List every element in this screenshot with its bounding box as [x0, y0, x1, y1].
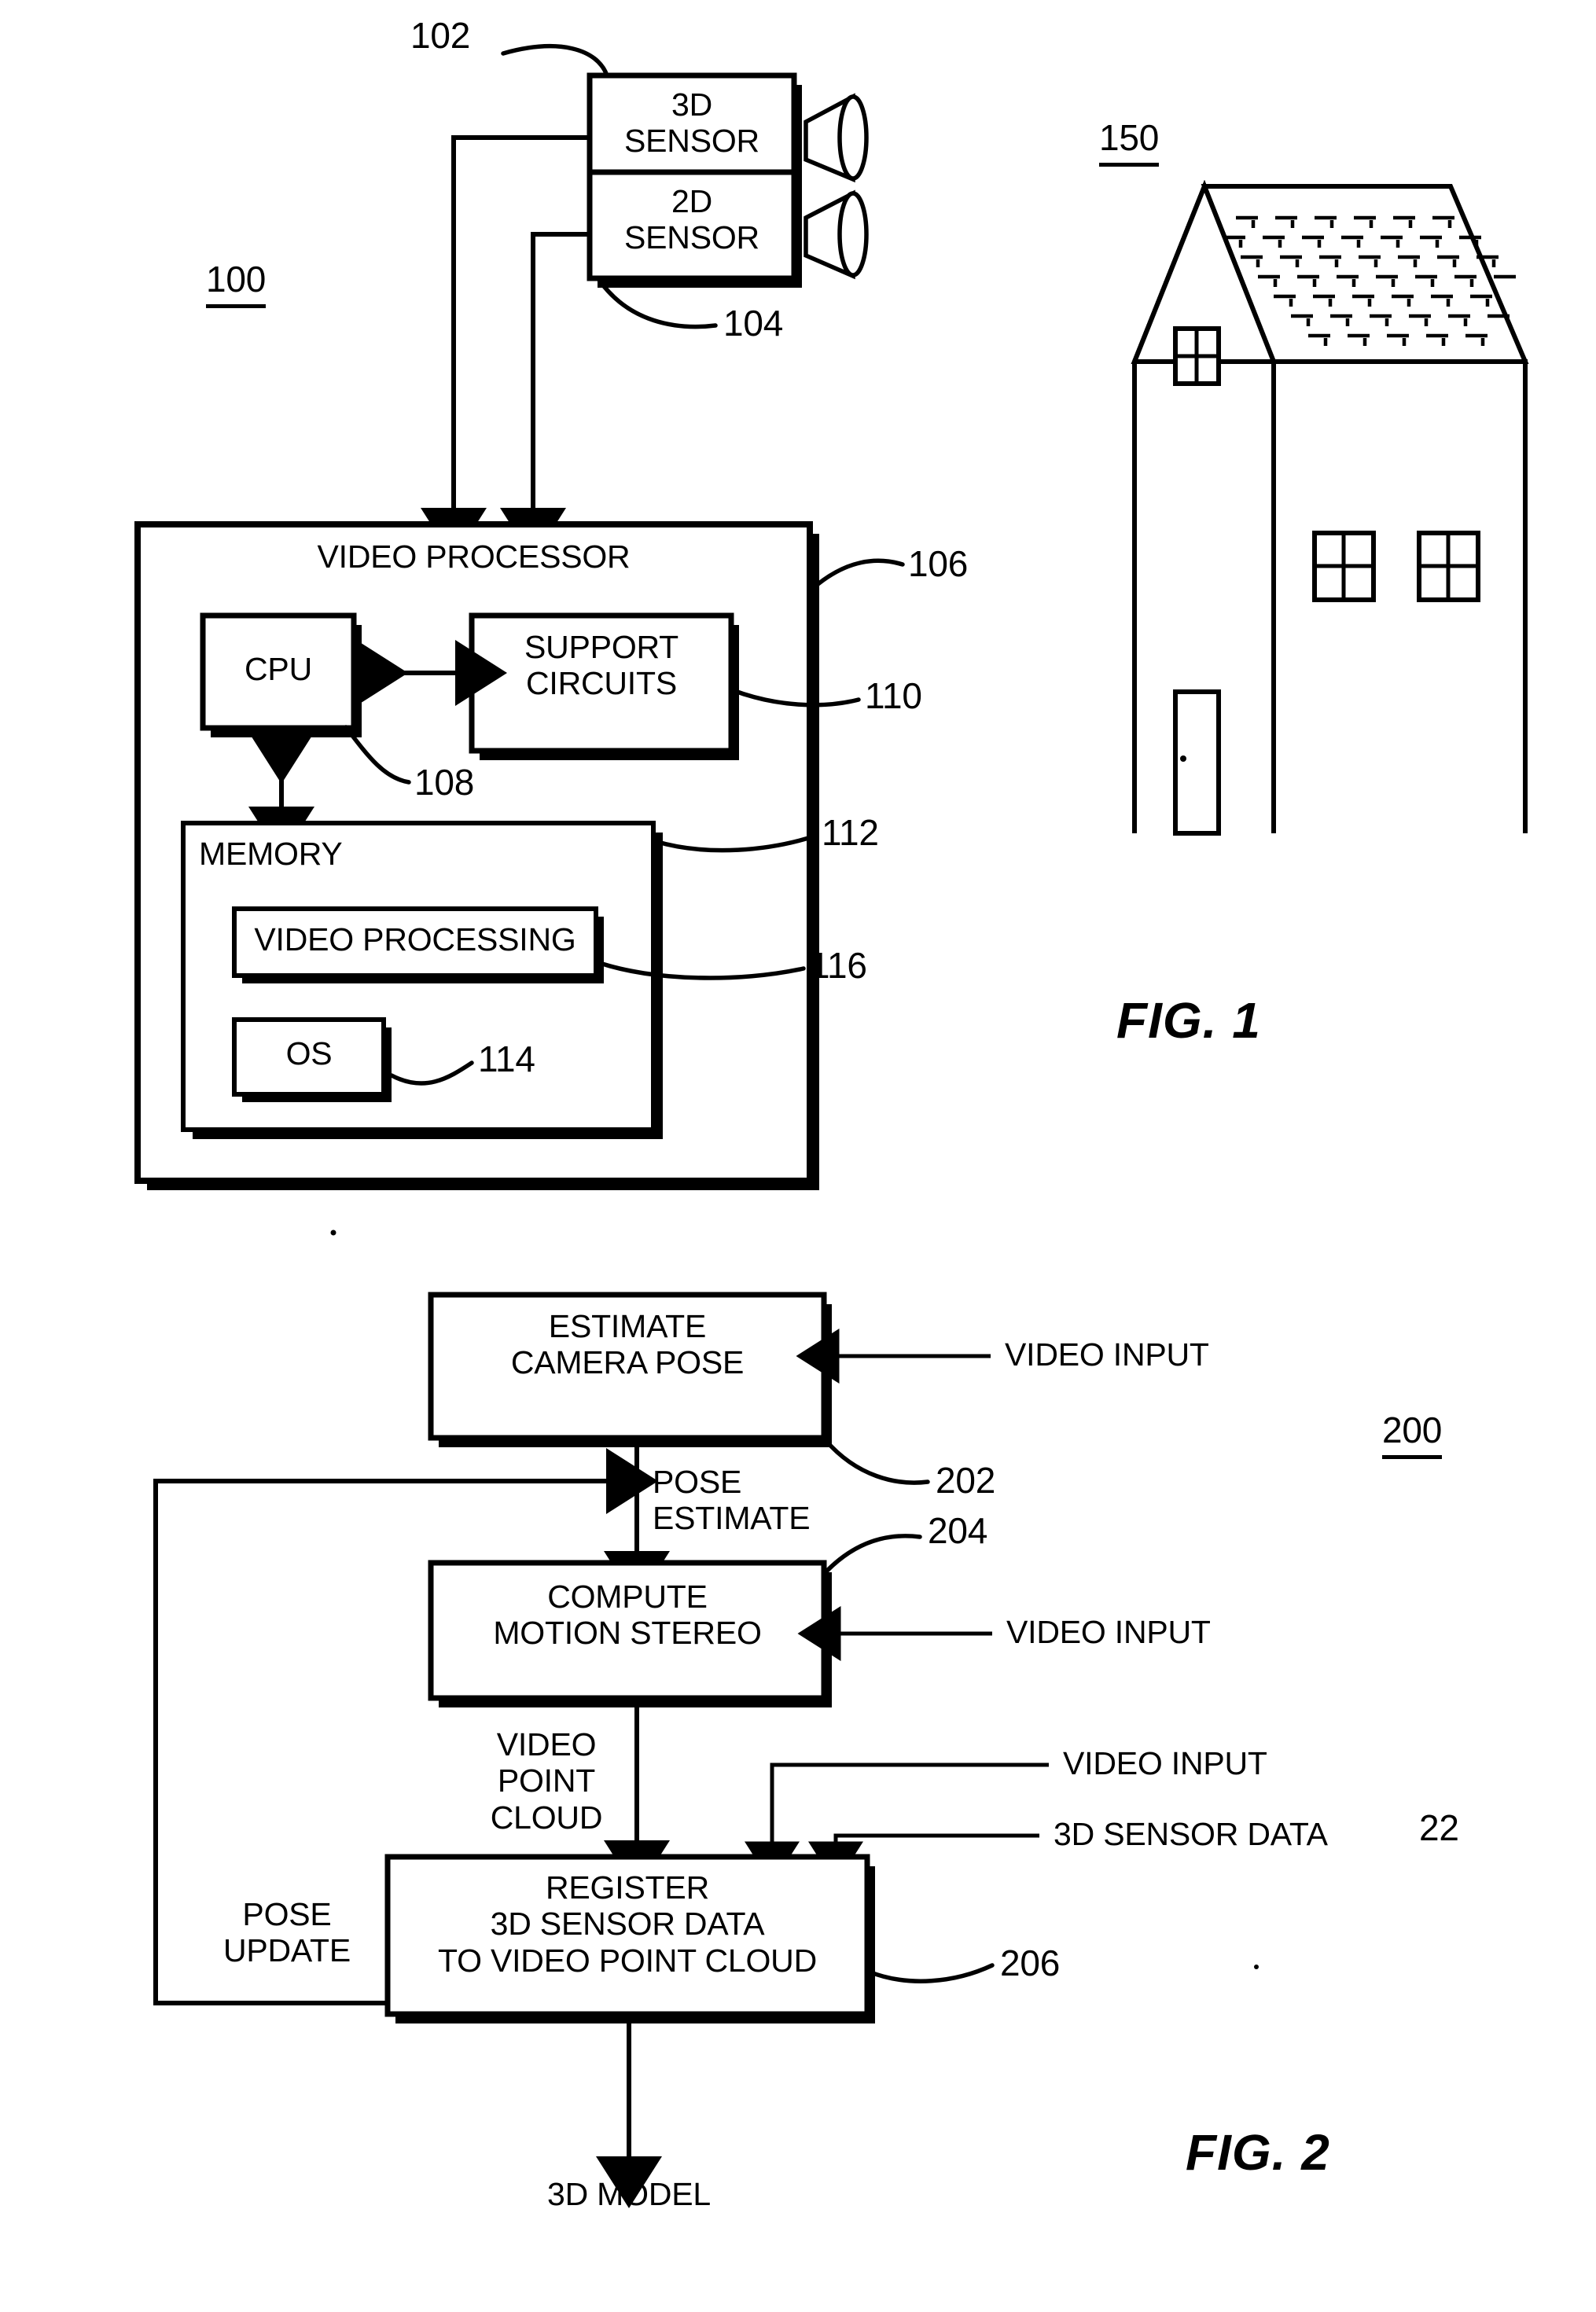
video-input-1-label: VIDEO INPUT	[1005, 1336, 1209, 1373]
ref-number-112: 112	[822, 812, 879, 853]
video-point-cloud-label: VIDEO POINT CLOUD	[490, 1726, 603, 1836]
video-processing-label: VIDEO PROCESSING	[254, 921, 576, 958]
3d-sensor-data-label: 3D SENSOR DATA	[1054, 1816, 1328, 1852]
front-window-2-icon	[1417, 531, 1480, 602]
os-label: OS	[285, 1035, 333, 1071]
2d-sensor-label: 2D SENSOR	[624, 183, 759, 256]
patent-drawing-sheet: 100 102 104 106 108 110 112 114 116 150 …	[0, 0, 1596, 2312]
video-processor-label: VIDEO PROCESSOR	[317, 538, 631, 575]
estimate-camera-pose-label: ESTIMATE CAMERA POSE	[510, 1308, 745, 1381]
wire-2d-sensor-to-processor	[500, 232, 590, 560]
ref-number-116: 116	[810, 945, 867, 986]
support-circuits-label: SUPPORT CIRCUITS	[524, 629, 679, 702]
ref-number-102: 102	[410, 15, 471, 56]
ref-number-204: 204	[928, 1510, 988, 1551]
wire-3d-sensor-to-processor	[421, 135, 590, 560]
pose-update-label: POSE UPDATE	[222, 1896, 351, 1969]
ref-number-108: 108	[414, 762, 475, 803]
front-window-1-icon	[1312, 531, 1376, 602]
ref-number-22: 22	[1419, 1807, 1459, 1848]
ref-number-202: 202	[936, 1460, 996, 1501]
arrow-3d-sensor-data	[808, 1833, 1039, 1885]
leader-204	[825, 1534, 922, 1573]
house-illustration	[1131, 179, 1529, 836]
pose-estimate-label: POSE ESTIMATE	[653, 1464, 811, 1537]
ref-number-150: 150	[1099, 117, 1159, 167]
speck-artifact-2	[1254, 1965, 1259, 1969]
door-icon	[1173, 689, 1221, 836]
leader-206	[866, 1963, 995, 1983]
video-input-2-label: VIDEO INPUT	[1006, 1614, 1211, 1650]
video-input-3-label: VIDEO INPUT	[1063, 1745, 1267, 1781]
ref-number-110: 110	[865, 675, 922, 716]
3d-sensor-label: 3D SENSOR	[624, 86, 759, 160]
speck-artifact	[330, 1230, 336, 1236]
3d-model-output-label: 3D MODEL	[546, 2176, 711, 2212]
cpu-label: CPU	[245, 651, 312, 687]
2d-sensor-lens-icon	[804, 189, 869, 280]
compute-motion-stereo-label: COMPUTE MOTION STEREO	[493, 1579, 762, 1652]
3d-sensor-lens-icon	[804, 93, 869, 183]
leader-202	[823, 1438, 930, 1485]
register-block-label: REGISTER 3D SENSOR DATA TO VIDEO POINT C…	[437, 1869, 817, 1979]
leader-106	[809, 558, 905, 592]
memory-label: MEMORY	[199, 836, 343, 872]
ref-number-100: 100	[206, 259, 266, 308]
ref-number-206: 206	[1000, 1943, 1061, 1983]
leader-102	[501, 44, 609, 78]
figure-2-title: FIG. 2	[1186, 2124, 1330, 2181]
figure-1-title: FIG. 1	[1116, 992, 1261, 1049]
ref-number-104: 104	[723, 303, 784, 344]
ref-number-106: 106	[908, 543, 969, 584]
ref-number-114: 114	[478, 1038, 535, 1079]
ref-number-200: 200	[1382, 1410, 1442, 1459]
gable-window-icon	[1173, 326, 1221, 386]
